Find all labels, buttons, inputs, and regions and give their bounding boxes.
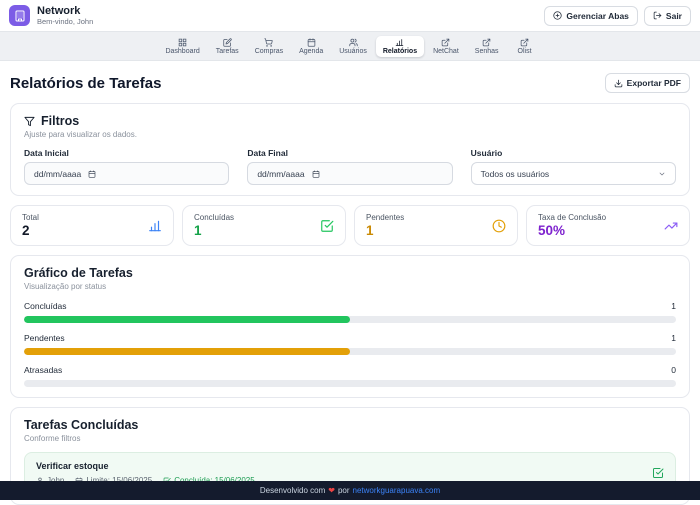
grid-icon xyxy=(178,38,187,47)
tab-tarefas[interactable]: Tarefas xyxy=(209,36,246,57)
check-square-icon xyxy=(320,219,334,233)
app-footer: Desenvolvido com ❤ por networkguarapuava… xyxy=(0,481,700,500)
stat-taxa-value: 50% xyxy=(538,223,606,238)
user-filter-label: Usuário xyxy=(471,148,676,158)
external-link-icon xyxy=(441,38,450,47)
chart-title: Gráfico de Tarefas xyxy=(24,266,676,280)
building-icon xyxy=(9,5,30,26)
external-link-icon xyxy=(520,38,529,47)
chart-bar-pendentes: Pendentes 1 xyxy=(24,333,676,355)
stat-card-concluidas: Concluídas 1 xyxy=(182,205,346,246)
export-pdf-button[interactable]: Exportar PDF xyxy=(605,73,690,93)
stats-row: Total 2 Concluídas 1 Pendentes 1 Taxa de… xyxy=(10,205,690,246)
start-date-label: Data Inicial xyxy=(24,148,229,158)
end-date-label: Data Final xyxy=(247,148,452,158)
end-date-input[interactable]: dd/mm/aaaa xyxy=(247,162,452,185)
bar-chart-icon xyxy=(395,38,404,47)
user-filter-select[interactable]: Todos os usuários xyxy=(471,162,676,185)
filters-title: Filtros xyxy=(41,114,79,128)
edit-square-icon xyxy=(223,38,232,47)
stat-card-pendentes: Pendentes 1 xyxy=(354,205,518,246)
chart-bar-atrasadas: Atrasadas 0 xyxy=(24,365,676,387)
start-date-input[interactable]: dd/mm/aaaa xyxy=(24,162,229,185)
funnel-icon xyxy=(24,116,35,127)
app-title: Network xyxy=(37,5,93,17)
tab-relatorios[interactable]: Relatórios xyxy=(376,36,424,57)
main-nav: Dashboard Tarefas Compras Agenda Usuário… xyxy=(0,31,700,61)
footer-link[interactable]: networkguarapuava.com xyxy=(353,486,441,495)
tab-usuarios[interactable]: Usuários xyxy=(332,36,374,57)
tab-agenda[interactable]: Agenda xyxy=(292,36,330,57)
stat-concluidas-value: 1 xyxy=(194,223,234,238)
filters-card: Filtros Ajuste para visualizar os dados.… xyxy=(10,103,690,196)
chart-subtitle: Visualização por status xyxy=(24,282,676,291)
check-square-icon xyxy=(652,467,664,479)
heart-icon: ❤ xyxy=(328,486,335,495)
chart-bar-concluidas: Concluídas 1 xyxy=(24,301,676,323)
chart-card: Gráfico de Tarefas Visualização por stat… xyxy=(10,255,690,398)
external-link-icon xyxy=(482,38,491,47)
task-title: Verificar estoque xyxy=(36,461,255,471)
tab-olist[interactable]: Olist xyxy=(508,36,542,57)
logout-icon xyxy=(653,11,662,20)
tab-senhas[interactable]: Senhas xyxy=(468,36,506,57)
stat-pendentes-value: 1 xyxy=(366,223,404,238)
circle-plus-icon xyxy=(553,11,562,20)
tab-dashboard[interactable]: Dashboard xyxy=(158,36,206,57)
tab-compras[interactable]: Compras xyxy=(248,36,290,57)
welcome-text: Bem-vindo, John xyxy=(37,17,93,26)
chevron-down-icon xyxy=(658,170,666,178)
shopping-cart-icon xyxy=(264,38,273,47)
bar-value: 1 xyxy=(671,301,676,311)
bar-value: 1 xyxy=(671,333,676,343)
stat-total-value: 2 xyxy=(22,223,39,238)
bar-chart-icon xyxy=(148,219,162,233)
download-icon xyxy=(614,79,623,88)
logout-label: Sair xyxy=(666,11,682,21)
manage-tabs-label: Gerenciar Abas xyxy=(566,11,629,21)
clock-icon xyxy=(492,219,506,233)
stat-card-total: Total 2 xyxy=(10,205,174,246)
brand: Network Bem-vindo, John xyxy=(9,5,93,26)
export-pdf-label: Exportar PDF xyxy=(627,78,681,88)
filters-subtitle: Ajuste para visualizar os dados. xyxy=(24,130,676,139)
app-header: Network Bem-vindo, John Gerenciar Abas S… xyxy=(0,0,700,31)
bar-value: 0 xyxy=(671,365,676,375)
completed-tasks-subtitle: Conforme filtros xyxy=(24,434,676,443)
tab-netchat[interactable]: NetChat xyxy=(426,36,466,57)
stat-card-taxa: Taxa de Conclusão 50% xyxy=(526,205,690,246)
calendar-icon xyxy=(88,170,96,178)
completed-tasks-title: Tarefas Concluídas xyxy=(24,418,676,432)
calendar-icon xyxy=(307,38,316,47)
trending-up-icon xyxy=(664,219,678,233)
calendar-icon xyxy=(312,170,320,178)
manage-tabs-button[interactable]: Gerenciar Abas xyxy=(544,6,638,26)
users-icon xyxy=(349,38,358,47)
logout-button[interactable]: Sair xyxy=(644,6,691,26)
page-title: Relatórios de Tarefas xyxy=(10,75,161,92)
